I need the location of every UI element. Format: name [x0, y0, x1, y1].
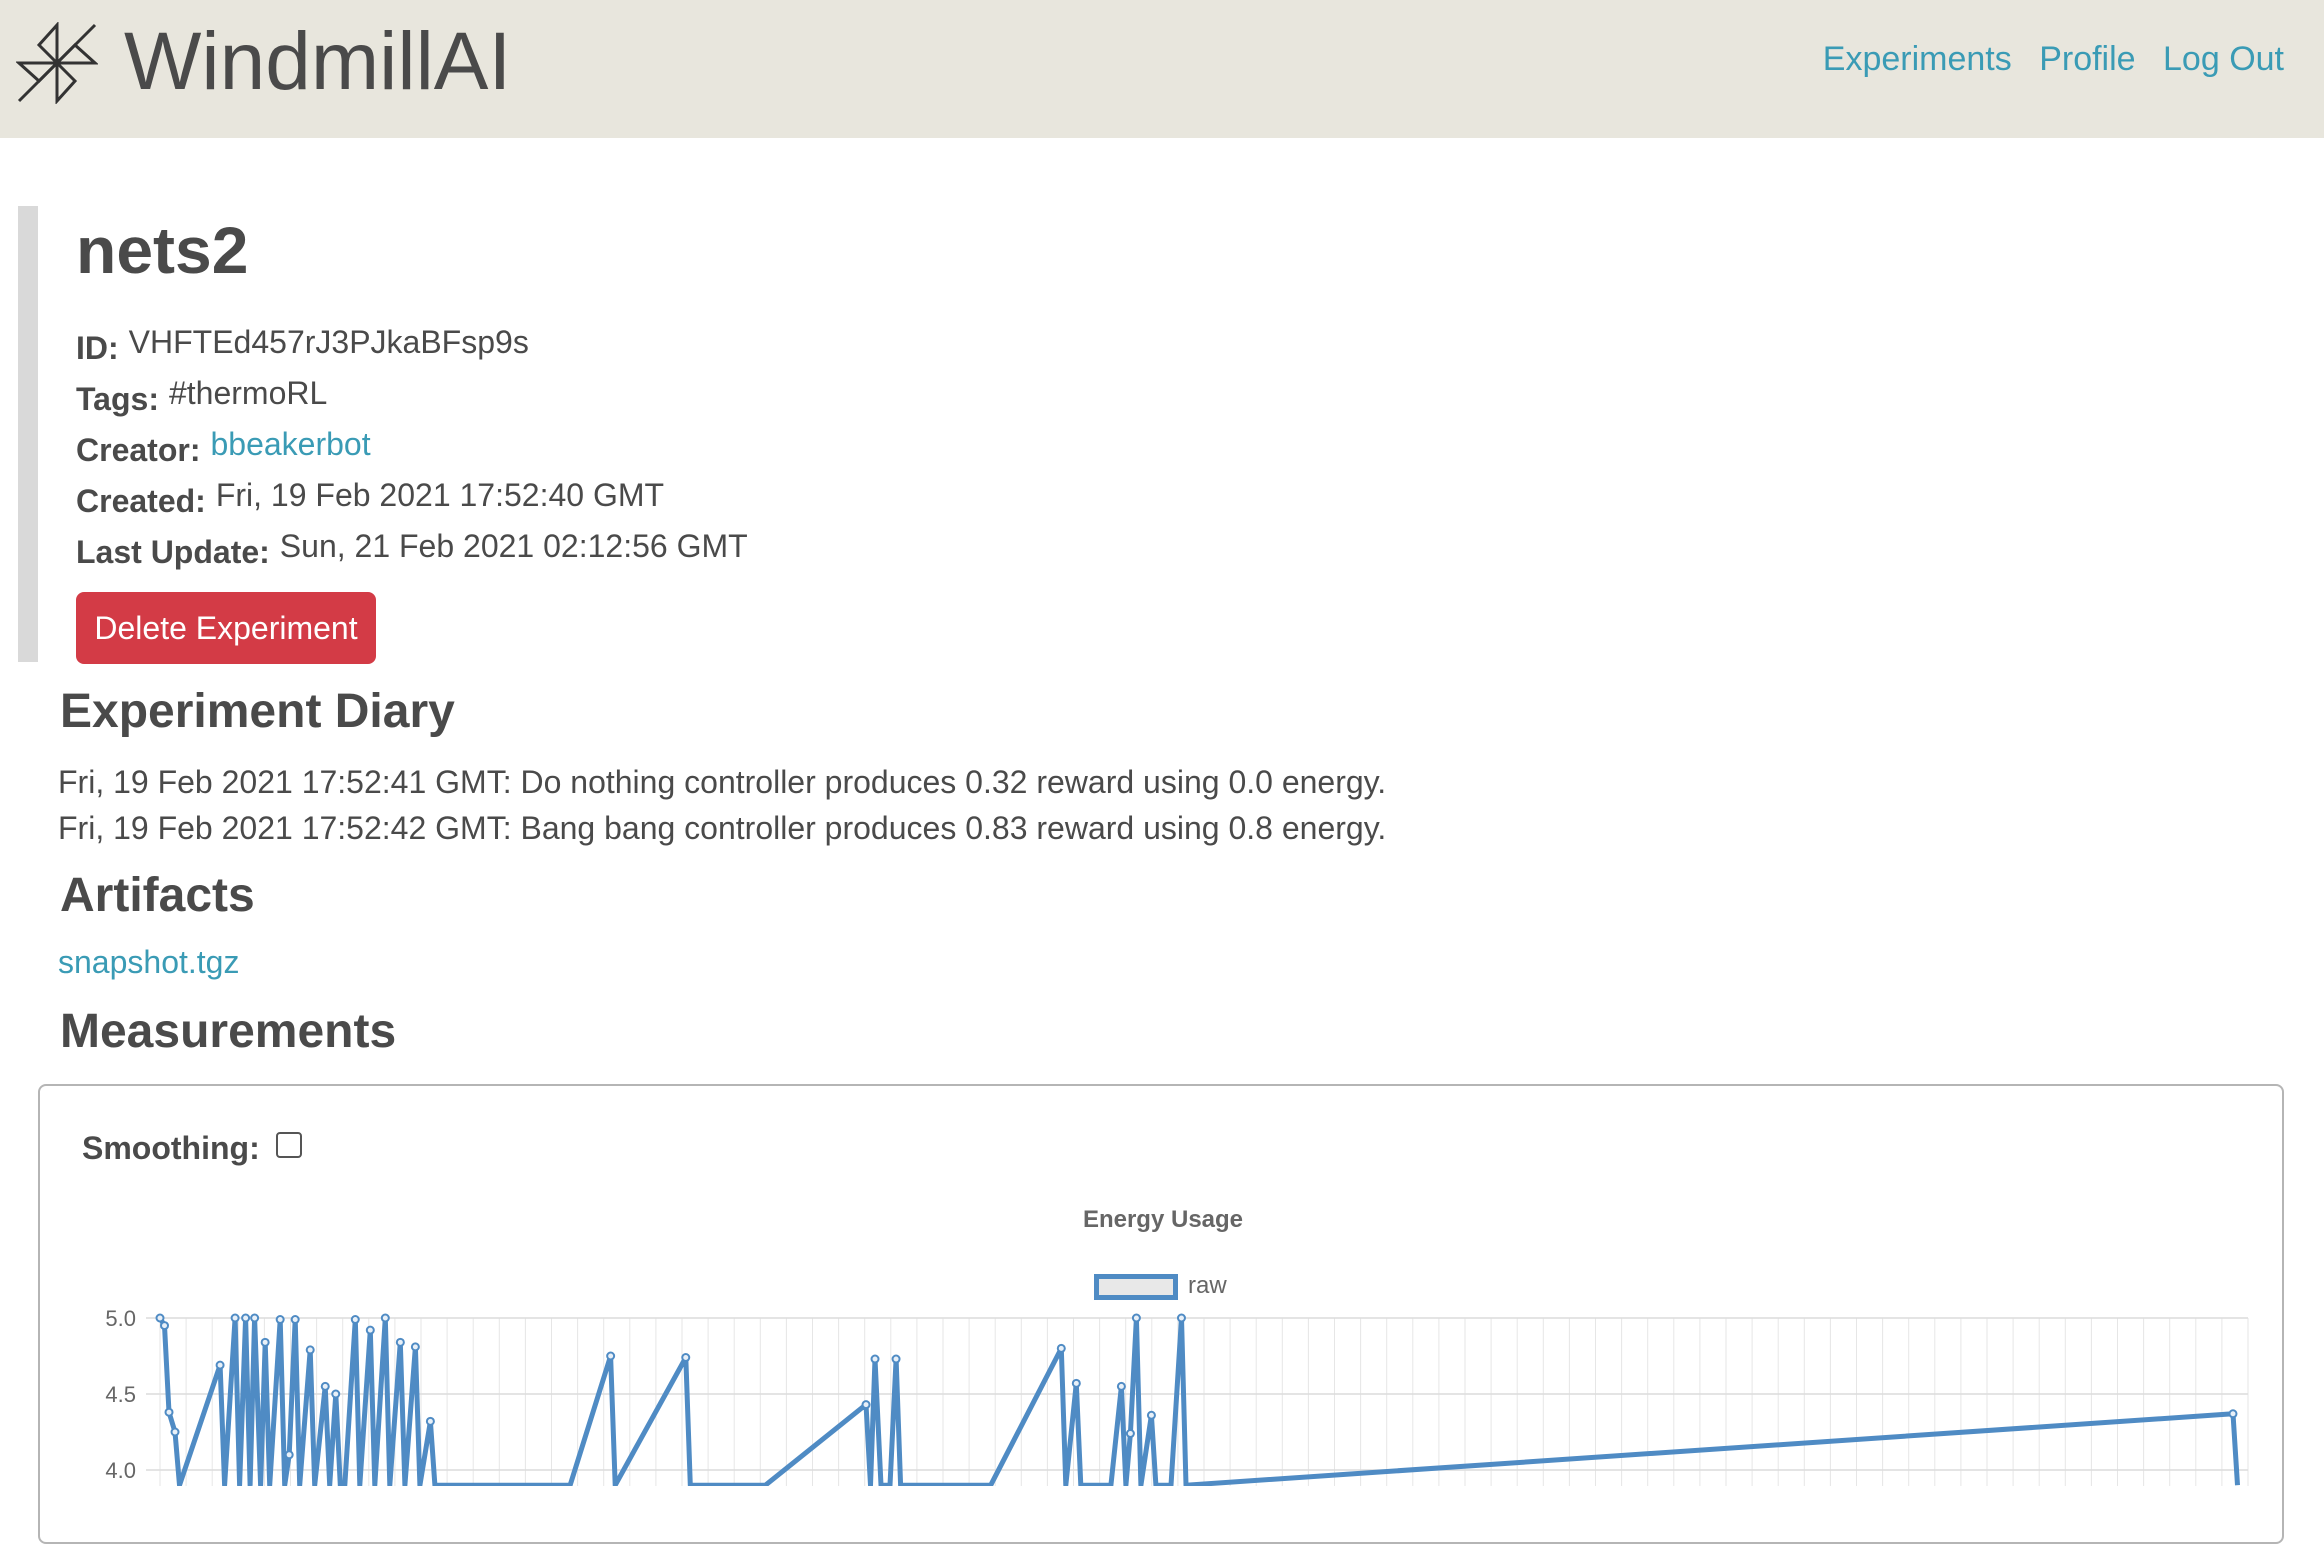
nav-logout-link[interactable]: Log Out	[2163, 40, 2284, 78]
data-point[interactable]	[1056, 1343, 1066, 1353]
meta-last-update-label: Last Update:	[76, 534, 270, 570]
meta-created-value: Fri, 19 Feb 2021 17:52:40 GMT	[215, 477, 665, 513]
meta-tags-value: #thermoRL	[168, 375, 328, 411]
data-point[interactable]	[870, 1354, 880, 1364]
data-point[interactable]	[1125, 1429, 1135, 1439]
data-point[interactable]	[425, 1416, 435, 1426]
data-point[interactable]	[275, 1315, 285, 1325]
meta-created: Created: Fri, 19 Feb 2021 17:52:40 GMT	[76, 477, 664, 520]
meta-id-label: ID:	[76, 330, 119, 366]
meta-id: ID: VHFTEd457rJ3PJkaBFsp9s	[76, 324, 529, 367]
meta-created-label: Created:	[76, 483, 206, 519]
data-point[interactable]	[365, 1325, 375, 1335]
data-point[interactable]	[395, 1337, 405, 1347]
y-tick-label: 5.0	[105, 1306, 136, 1331]
data-point[interactable]	[284, 1450, 294, 1460]
experiment-summary: nets2 ID: VHFTEd457rJ3PJkaBFsp9s Tags: #th…	[18, 206, 2018, 664]
data-point[interactable]	[380, 1313, 390, 1323]
data-point[interactable]	[164, 1407, 174, 1417]
diary-entry: Fri, 19 Feb 2021 17:52:41 GMT: Do nothin…	[58, 764, 1387, 800]
data-point[interactable]	[155, 1313, 165, 1323]
data-point[interactable]	[891, 1354, 901, 1364]
data-point[interactable]	[350, 1315, 360, 1325]
delete-experiment-button[interactable]: Delete Experiment	[76, 592, 376, 664]
y-tick-label: 4.0	[105, 1458, 136, 1483]
artifacts-heading: Artifacts	[60, 869, 255, 922]
top-navbar: WindmillAI Experiments Profile Log Out	[0, 0, 2324, 138]
data-point[interactable]	[241, 1313, 251, 1323]
experiment-name: nets2	[76, 213, 249, 287]
data-point[interactable]	[1146, 1410, 1156, 1420]
data-point[interactable]	[681, 1353, 691, 1363]
creator-link[interactable]: bbeakerbot	[210, 426, 370, 462]
data-point[interactable]	[861, 1400, 871, 1410]
nav-profile-link[interactable]: Profile	[2039, 40, 2135, 78]
meta-creator-label: Creator:	[76, 432, 201, 468]
meta-last-update-value: Sun, 21 Feb 2021 02:12:56 GMT	[279, 528, 748, 564]
series-line-raw	[157, 1315, 2240, 1486]
data-point[interactable]	[606, 1351, 616, 1361]
measurements-panel: Smoothing: Energy Usage raw 5.0 4.5 4.0	[38, 1084, 2284, 1544]
windmill-logo-icon	[16, 22, 98, 104]
meta-creator: Creator: bbeakerbot	[76, 426, 371, 469]
data-point[interactable]	[305, 1345, 315, 1355]
diary-entry: Fri, 19 Feb 2021 17:52:42 GMT: Bang bang…	[58, 810, 1387, 846]
artifact-link-snapshot[interactable]: snapshot.tgz	[58, 944, 239, 981]
data-point[interactable]	[1131, 1313, 1141, 1323]
data-point[interactable]	[331, 1389, 341, 1399]
data-point[interactable]	[290, 1315, 300, 1325]
y-tick-label: 4.5	[105, 1382, 136, 1407]
top-nav: Experiments Profile Log Out	[1805, 40, 2284, 79]
nav-experiments-link[interactable]: Experiments	[1823, 40, 2012, 78]
data-point[interactable]	[410, 1342, 420, 1352]
meta-id-value: VHFTEd457rJ3PJkaBFsp9s	[128, 324, 529, 360]
diary-heading: Experiment Diary	[60, 685, 455, 738]
meta-tags: Tags: #thermoRL	[76, 375, 327, 418]
data-point[interactable]	[170, 1427, 180, 1437]
data-point[interactable]	[250, 1313, 260, 1323]
data-point[interactable]	[2228, 1409, 2238, 1419]
brand-name[interactable]: WindmillAI	[124, 14, 511, 110]
data-point[interactable]	[160, 1321, 170, 1331]
data-point[interactable]	[1116, 1381, 1126, 1391]
data-point[interactable]	[1071, 1378, 1081, 1388]
data-point[interactable]	[260, 1337, 270, 1347]
measurements-heading: Measurements	[60, 1005, 397, 1058]
data-point[interactable]	[320, 1381, 330, 1391]
data-point[interactable]	[1176, 1313, 1186, 1323]
meta-last-update: Last Update: Sun, 21 Feb 2021 02:12:56 GM…	[76, 528, 748, 571]
energy-usage-chart: 5.0 4.5 4.0	[105, 1306, 2249, 1486]
meta-tags-label: Tags:	[76, 381, 159, 417]
data-point[interactable]	[215, 1360, 225, 1370]
data-point[interactable]	[230, 1313, 240, 1323]
